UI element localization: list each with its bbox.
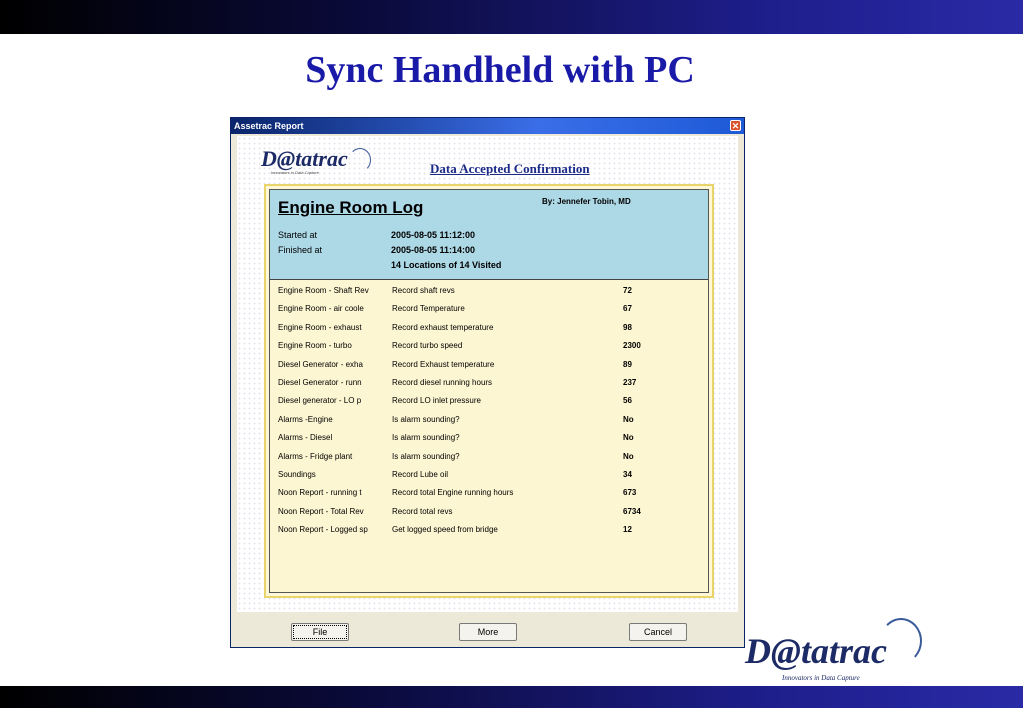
started-value: 2005-08-05 11:12:00 [391, 230, 476, 240]
dialog-title: Assetrac Report [234, 121, 304, 131]
row-value: No [623, 433, 634, 443]
row-task: Record total Engine running hours [392, 488, 514, 498]
row-value: 6734 [623, 506, 641, 516]
table-row: Engine Room - Shaft Rev Record shaft revs… [270, 286, 708, 302]
row-task: Record diesel running hours [392, 378, 493, 387]
started-label: Started at [278, 230, 318, 240]
finished-label: Finished at [278, 245, 323, 255]
table-row: Soundings Record Lube oil 34 [270, 470, 708, 486]
cancel-button[interactable]: Cancel [629, 623, 687, 641]
dialog-titlebar[interactable]: Assetrac Report ✕ [231, 118, 744, 134]
row-location: Alarms - Diesel [278, 433, 333, 443]
bottom-banner [0, 686, 1023, 708]
row-task: Record shaft revs [392, 286, 455, 295]
row-value: 72 [623, 286, 632, 295]
logo-swoosh-icon [349, 148, 371, 172]
row-value: 12 [623, 525, 632, 535]
table-row: Noon Report - Logged sp Get logged speed … [270, 525, 708, 541]
row-value: 98 [623, 322, 632, 332]
row-location: Soundings [278, 470, 316, 479]
row-task: Get logged speed from bridge [392, 525, 498, 535]
row-task: Record LO inlet pressure [392, 396, 481, 406]
table-row: Engine Room - exhaust Record exhaust temp… [270, 323, 708, 339]
logo-swoosh-icon [880, 618, 922, 664]
row-location: Diesel Generator - runn [278, 378, 362, 387]
table-row: Alarms -Engine Is alarm sounding? No [270, 415, 708, 431]
file-button[interactable]: File [291, 623, 349, 641]
row-value: 673 [623, 488, 637, 498]
row-task: Record Temperature [392, 304, 465, 314]
logo-small-tagline: Innovators in Data Capture [271, 170, 319, 175]
table-row: Engine Room - turbo Record turbo speed 230… [270, 341, 708, 357]
table-row: Alarms - Fridge plant Is alarm sounding? N… [270, 452, 708, 468]
row-location: Diesel Generator - exha [278, 359, 363, 369]
datatrac-logo-small: D@tatrac [261, 146, 348, 171]
row-value: 89 [623, 359, 632, 369]
finished-value: 2005-08-05 11:14:00 [391, 245, 476, 255]
row-task: Record Exhaust temperature [392, 359, 495, 369]
row-location: Engine Room - Shaft Rev [278, 286, 369, 295]
table-row: Noon Report - running t Record total Engi… [270, 488, 708, 504]
row-task: Record turbo speed [392, 341, 463, 351]
slide-title: Sync Handheld with PC [305, 49, 695, 91]
row-location: Alarms -Engine [278, 414, 333, 424]
report-header: Engine Room Log By: Jennefer Tobin, MD S… [270, 190, 708, 280]
report-frame: Engine Room Log By: Jennefer Tobin, MD S… [264, 184, 714, 598]
row-location: Diesel generator - LO p [278, 396, 362, 406]
datatrac-logo: D@tatrac [745, 631, 887, 671]
row-value: No [623, 451, 634, 461]
row-task: Is alarm sounding? [392, 433, 460, 443]
author-line: By: Jennefer Tobin, MD [542, 197, 631, 206]
table-row: Engine Room - air coole Record Temperatur… [270, 304, 708, 320]
row-value: 34 [623, 470, 632, 479]
report-panel[interactable]: Engine Room Log By: Jennefer Tobin, MD S… [269, 189, 709, 593]
table-row: Diesel Generator - exha Record Exhaust te… [270, 360, 708, 376]
logo-tagline: Innovators in Data Capture [782, 674, 860, 682]
row-value: 56 [623, 396, 632, 406]
row-location: Engine Room - exhaust [278, 322, 362, 332]
row-task: Record total revs [392, 506, 453, 516]
close-icon[interactable]: ✕ [730, 120, 741, 131]
row-task: Is alarm sounding? [392, 451, 460, 461]
confirmation-heading: Data Accepted Confirmation [430, 161, 590, 176]
dialog-content: D@tatrac Innovators in Data Capture Data… [237, 136, 738, 612]
row-location: Alarms - Fridge plant [278, 451, 353, 461]
row-value: No [623, 414, 634, 424]
row-value: 2300 [623, 341, 641, 351]
row-task: Is alarm sounding? [392, 414, 460, 424]
row-value: 67 [623, 304, 632, 314]
more-button[interactable]: More [459, 623, 517, 641]
report-dialog: Assetrac Report ✕ D@tatrac Innovators in… [230, 117, 745, 648]
visited-summary: 14 Locations of 14 Visited [391, 260, 502, 270]
row-value: 237 [623, 378, 637, 387]
table-row: Alarms - Diesel Is alarm sounding? No [270, 433, 708, 449]
row-location: Noon Report - running t [278, 488, 362, 498]
table-row: Diesel Generator - runn Record diesel run… [270, 378, 708, 394]
row-location: Noon Report - Logged sp [278, 525, 368, 535]
table-row: Noon Report - Total Rev Record total revs… [270, 507, 708, 523]
table-row: Diesel generator - LO p Record LO inlet p… [270, 396, 708, 412]
row-location: Engine Room - air coole [278, 304, 364, 314]
top-banner [0, 0, 1023, 34]
row-task: Record exhaust temperature [392, 322, 494, 332]
row-location: Engine Room - turbo [278, 341, 352, 351]
row-location: Noon Report - Total Rev [278, 506, 364, 516]
row-task: Record Lube oil [392, 470, 449, 479]
log-title: Engine Room Log [278, 198, 424, 217]
